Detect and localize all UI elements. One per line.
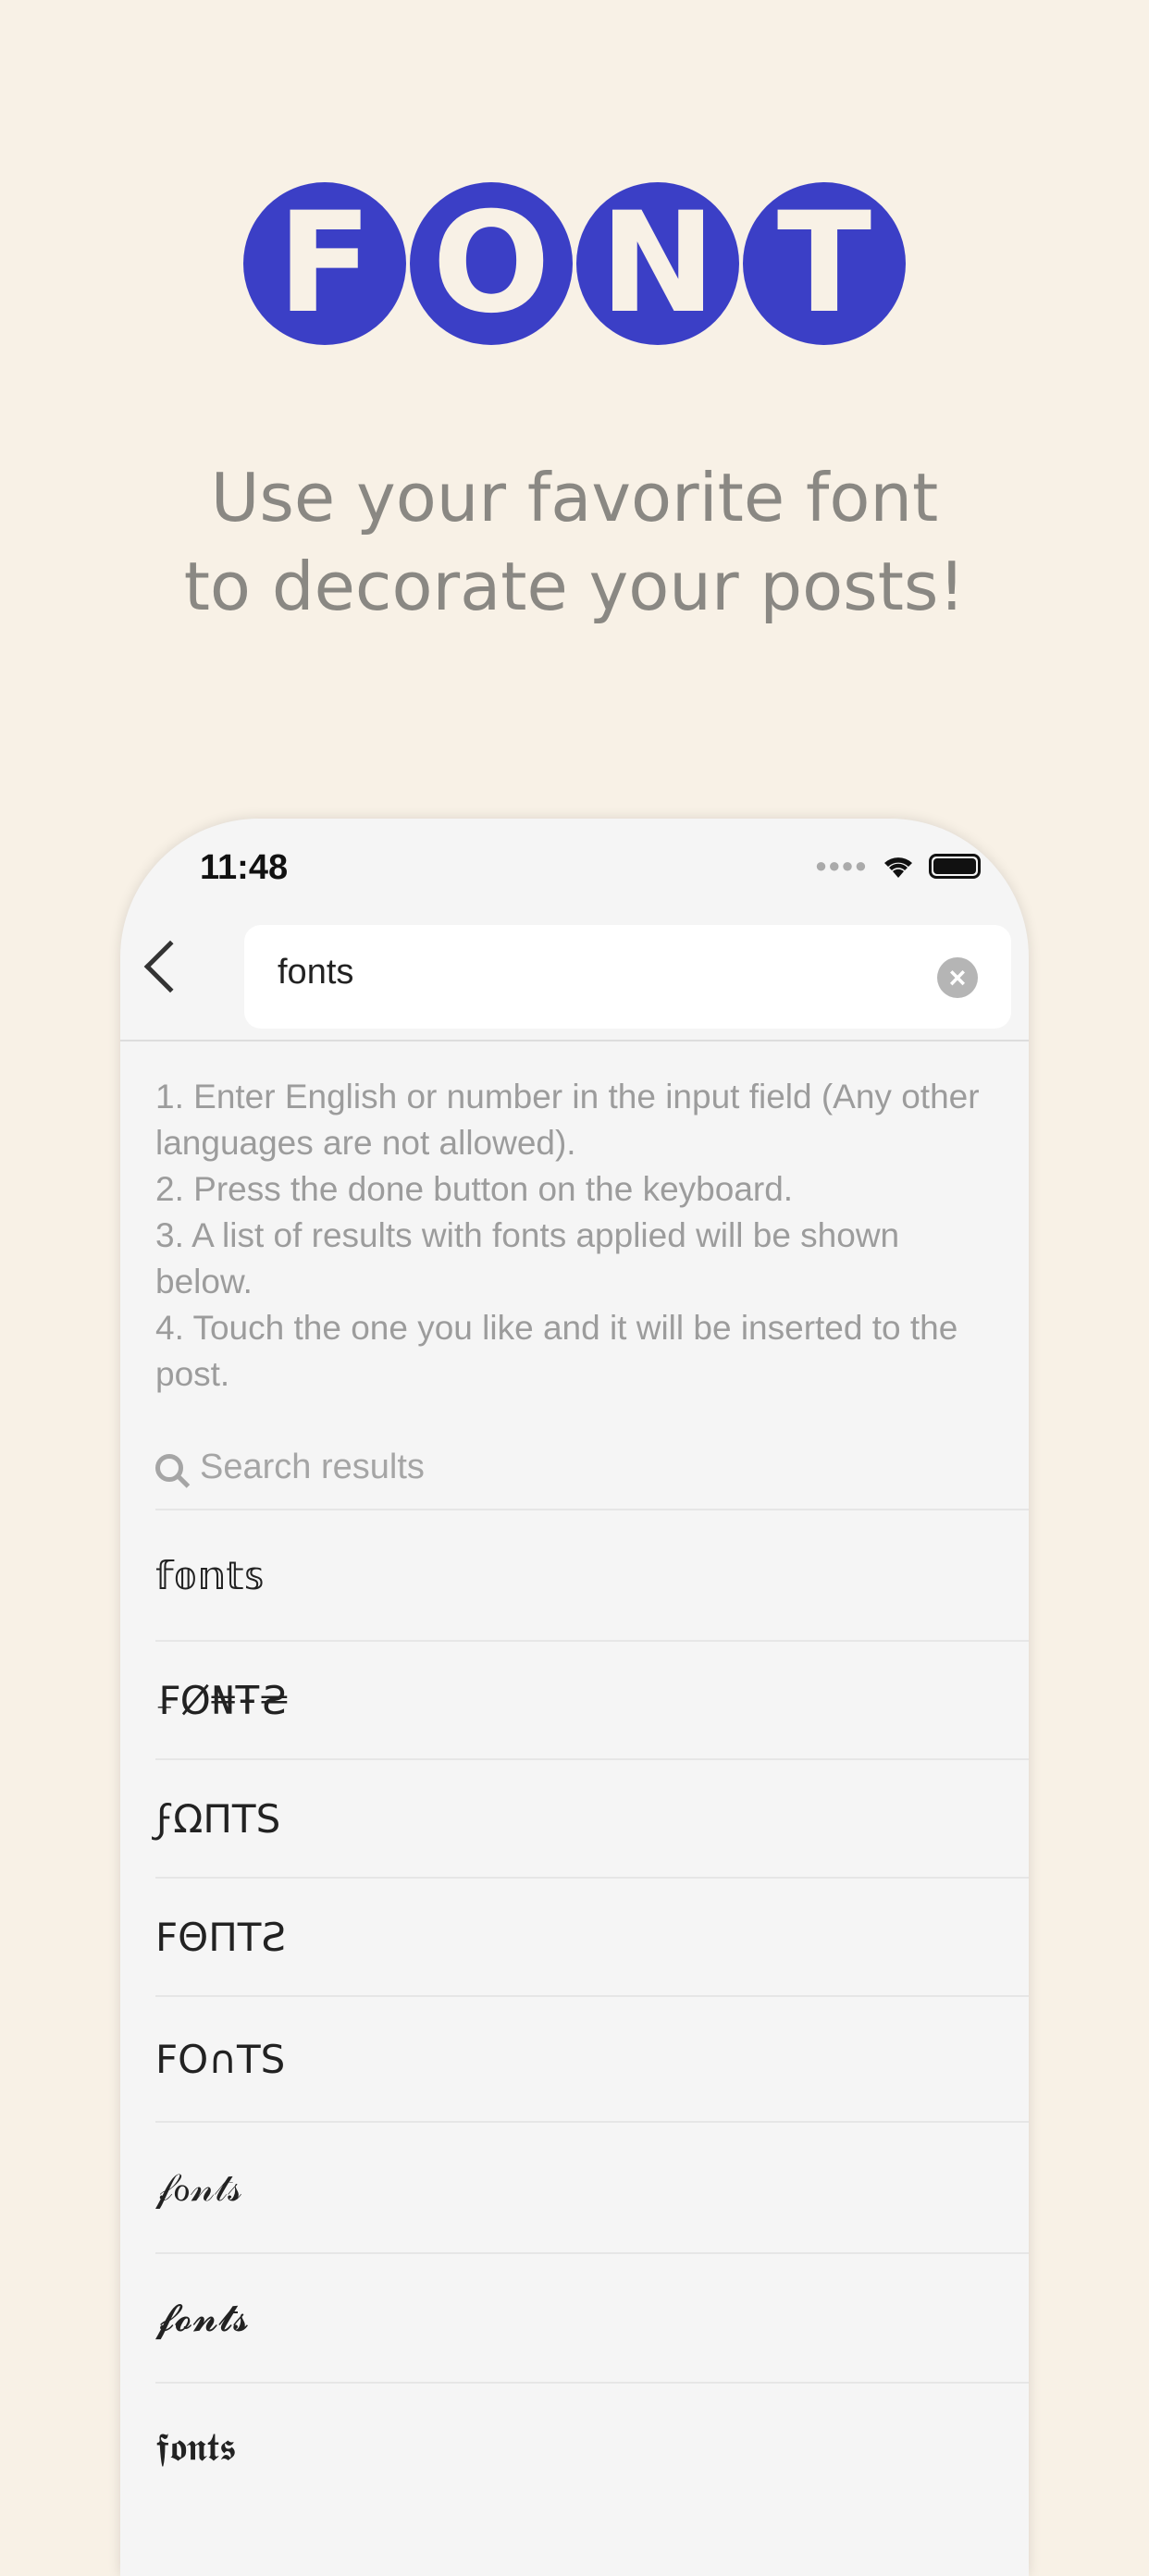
search-field[interactable]: × <box>244 925 1011 1029</box>
clear-icon[interactable]: × <box>937 957 978 998</box>
results-list: 𝕗𝕠𝕟𝕥𝕤 ₣Ø₦Ŧ₴ ϝΩΠTS FΘΠTƧ FO∩TS 𝒻ℴ𝓃𝓉𝓈 𝓯𝓸𝓷𝓽… <box>155 1509 1029 2511</box>
result-item[interactable]: ϝΩΠTS <box>155 1758 1029 1877</box>
search-results-header: Search results <box>155 1448 425 1487</box>
divider <box>120 1040 1029 1041</box>
logo-letter: T <box>743 182 906 345</box>
phone-screen: 11:48 ●●●● × 1. Enter English or number … <box>120 819 1029 2576</box>
tagline-line1: Use your favorite font <box>210 459 939 536</box>
search-input[interactable] <box>278 953 907 992</box>
signal-icon: ●●●● <box>814 854 868 877</box>
instruction-step: 4. Touch the one you like and it will be… <box>155 1309 958 1393</box>
instruction-step: 2. Press the done button on the keyboard… <box>155 1170 794 1208</box>
instruction-step: 3. A list of results with fonts applied … <box>155 1216 900 1300</box>
logo-letter: N <box>576 182 739 345</box>
search-results-label: Search results <box>200 1448 425 1486</box>
tagline-line2: to decorate your posts! <box>183 548 966 625</box>
result-item[interactable]: 𝕗𝕠𝕟𝕥𝕤 <box>155 1509 1029 1640</box>
battery-icon <box>929 853 981 879</box>
instructions: 1. Enter English or number in the input … <box>155 1074 988 1398</box>
app-logo: F O N T <box>0 182 1149 345</box>
result-item[interactable]: FΘΠTƧ <box>155 1877 1029 1995</box>
instruction-step: 1. Enter English or number in the input … <box>155 1078 980 1162</box>
result-item[interactable]: 𝓯𝓸𝓷𝓽𝓼 <box>155 2252 1029 2382</box>
result-item[interactable]: 𝖋𝖔𝖓𝖙𝖘 <box>155 2382 1029 2511</box>
status-time: 11:48 <box>200 848 289 887</box>
back-chevron-icon[interactable] <box>143 940 197 993</box>
tagline: Use your favorite font to decorate your … <box>0 453 1149 631</box>
wifi-icon <box>884 857 912 878</box>
result-item[interactable]: ₣Ø₦Ŧ₴ <box>155 1640 1029 1758</box>
status-icons: ●●●● <box>815 852 981 880</box>
logo-letter: O <box>410 182 573 345</box>
result-item[interactable]: 𝒻ℴ𝓃𝓉𝓈 <box>155 2121 1029 2252</box>
logo-letter: F <box>243 182 406 345</box>
result-item[interactable]: FO∩TS <box>155 1995 1029 2121</box>
search-icon <box>155 1453 183 1482</box>
